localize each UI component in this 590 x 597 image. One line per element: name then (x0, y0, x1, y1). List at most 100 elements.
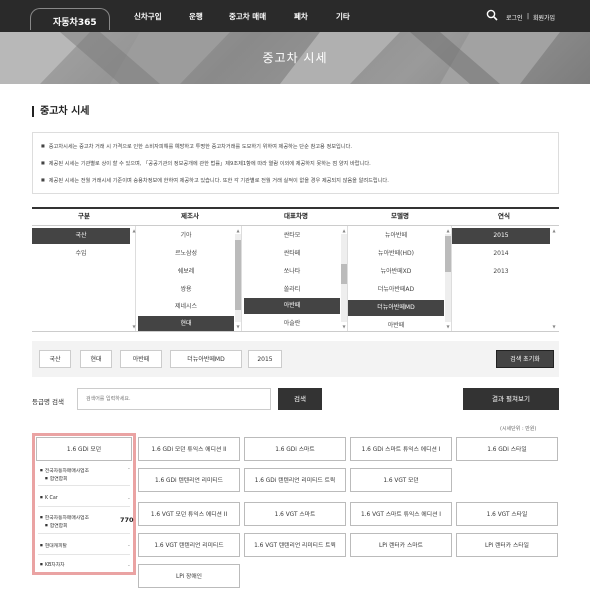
grade-button[interactable]: LPi 렌터카 스마트 (350, 533, 452, 557)
grade-button[interactable]: 1.6 VGT 모던 (350, 468, 452, 492)
login-link[interactable]: 로그인 (506, 13, 523, 22)
dealer-price: - (128, 496, 130, 502)
expand-results-button[interactable]: 결과 펼쳐보기 (463, 388, 559, 410)
reset-button[interactable]: 검색 초기화 (496, 350, 554, 368)
signup-link[interactable]: 회원가입 (533, 13, 555, 22)
nav-new-car[interactable]: 신차구입 (134, 11, 162, 22)
top-bar: 자동차365 신차구입 운행 중고차 매매 폐차 기타 로그인 | 회원가입 (0, 0, 590, 32)
hero-title: 중고차 시세 (262, 51, 328, 65)
filter-chip[interactable]: 아반떼 (120, 350, 162, 368)
header-type: 구분 (78, 212, 90, 220)
list-item[interactable]: 쉐보레 (138, 264, 234, 280)
list-item[interactable]: 아반떼 (348, 318, 444, 332)
list-item[interactable]: 현대 (138, 316, 234, 332)
maker-scrollbar[interactable] (235, 234, 241, 322)
dealer-price: - (128, 563, 130, 569)
grade-button[interactable]: 1.6 VGT 스타일 (456, 502, 558, 526)
list-item[interactable]: 뉴아반떼XD (348, 264, 444, 280)
list-item[interactable]: 기아 (138, 228, 234, 244)
list-item[interactable]: 수입 (32, 246, 130, 262)
nav-scrap[interactable]: 폐차 (294, 11, 308, 22)
list-item[interactable]: 국산 (32, 228, 130, 244)
search-button[interactable]: 검색 (278, 388, 322, 410)
nav-driving[interactable]: 운행 (189, 11, 203, 22)
divider (38, 554, 130, 555)
list-item[interactable]: 더뉴아반떼MD (348, 300, 444, 316)
list-item[interactable]: 아반떼 (244, 298, 340, 314)
grade-button[interactable]: 1.6 VGT 텐텐리언 리미티드 (138, 533, 240, 557)
nav-used-trade[interactable]: 중고차 매매 (229, 11, 266, 22)
logo[interactable]: 자동차365 (30, 8, 110, 30)
grade-search-label: 등급명 검색 (32, 398, 64, 406)
selected-grade[interactable]: 1.6 GDi 모던 (36, 437, 132, 461)
list-item[interactable]: 싼타모 (244, 228, 340, 244)
list-item[interactable]: 쌍용 (138, 282, 234, 298)
dealer-price: - (128, 466, 130, 472)
scroll-up-icon[interactable]: ▲ (445, 228, 451, 234)
list-item[interactable]: 제네시스 (138, 299, 234, 315)
nav-etc[interactable]: 기타 (336, 11, 350, 22)
filter-chip[interactable]: 2015 (248, 350, 282, 368)
price-unit: (시세단위 : 만원) (500, 426, 537, 432)
grade-button[interactable]: 1.6 GDi 텐텐리언 리미티드 (138, 468, 240, 492)
grade-button[interactable]: LPi 장애인 (138, 564, 240, 588)
header-maker: 제조사 (181, 212, 199, 220)
scroll-down-icon[interactable]: ▼ (131, 324, 137, 330)
maker-list: 기아 르노삼성 쉐보레 쌍용 제네시스 현대 (138, 226, 242, 332)
scroll-down-icon[interactable]: ▼ (551, 324, 557, 330)
dealer-name-cont: 합연합회 (40, 474, 68, 484)
grade-button[interactable]: 1.6 VGT 스마트 튜익스 에디션 I (350, 502, 452, 526)
list-item[interactable]: 더뉴아반떼AD (348, 282, 444, 298)
grade-button[interactable]: 1.6 VGT 텐텐리언 리미티드 트윅 (244, 533, 346, 557)
header-year: 연식 (498, 212, 510, 220)
list-item[interactable]: 2015 (452, 228, 550, 244)
scroll-up-icon[interactable]: ▲ (341, 228, 347, 234)
list-item[interactable]: 싼타페 (244, 246, 340, 262)
list-item[interactable]: 뉴아반떼(HD) (348, 246, 444, 262)
notice-line: 제공된 시세는 기관별로 상이 할 수 있으며, 「공공기관의 정보공개에 관한… (41, 160, 371, 167)
hero-banner: 중고차 시세 (0, 32, 590, 84)
list-item[interactable]: 쏠라티 (244, 282, 340, 298)
filter-chip[interactable]: 국산 (39, 350, 71, 368)
scroll-down-icon[interactable]: ▼ (341, 324, 347, 330)
grade-button[interactable]: 1.6 VGT 모던 튜익스 에디션 II (138, 502, 240, 526)
util-separator: | (527, 13, 530, 20)
header-car: 대표차명 (284, 212, 308, 220)
grade-button[interactable]: LPi 렌터카 스타일 (456, 533, 558, 557)
grade-button[interactable]: 1.6 GDi 스마트 (244, 437, 346, 461)
grade-button[interactable]: 1.6 GDi 텐텐리언 리미티드 트윅 (244, 468, 346, 492)
scroll-up-icon[interactable]: ▲ (551, 228, 557, 234)
scroll-up-icon[interactable]: ▲ (235, 228, 241, 234)
grade-button[interactable]: 1.6 GDi 스마트 튜익스 에디션 I (350, 437, 452, 461)
grade-button[interactable]: 1.6 GDi 스타일 (456, 437, 558, 461)
grade-button[interactable]: 1.6 GDi 모던 튜익스 에디션 II (138, 437, 240, 461)
list-item[interactable]: 뉴아반떼 (348, 228, 444, 244)
dealer-name-cont: 합연합회 (40, 521, 68, 531)
notice-line: 중고차시세는 중고차 거래 시 가격으로 인한 소비자피해를 예방하고 투명한 … (41, 143, 352, 150)
divider (38, 533, 130, 534)
list-item[interactable]: 2014 (452, 246, 550, 262)
dealer-price: - (128, 543, 130, 549)
car-scrollbar[interactable] (341, 234, 347, 322)
header-model: 모델명 (391, 212, 409, 220)
filter-chip[interactable]: 현대 (80, 350, 112, 368)
list-item[interactable]: 쏘나타 (244, 264, 340, 280)
list-item[interactable]: 아슬란 (244, 316, 340, 332)
year-list: 2015 2014 2013 (452, 226, 559, 332)
divider (38, 485, 130, 486)
grade-button[interactable]: 1.6 VGT 스마트 (244, 502, 346, 526)
dealer-price-value: 770 (120, 516, 134, 524)
dealer-name: KB차차차 (40, 560, 65, 570)
list-item[interactable]: 2013 (452, 264, 550, 280)
filter-chip[interactable]: 더뉴아반떼MD (170, 350, 242, 368)
notice-box: 중고차시세는 중고차 거래 시 가격으로 인한 소비자피해를 예방하고 투명한 … (32, 132, 559, 194)
dealer-name: 현대캐피탈 (40, 541, 67, 551)
scroll-down-icon[interactable]: ▼ (235, 324, 241, 330)
model-scrollbar[interactable] (445, 234, 451, 322)
dealer-name: K Car (40, 493, 58, 503)
grade-search-input[interactable] (77, 388, 271, 410)
scroll-up-icon[interactable]: ▲ (131, 228, 137, 234)
scroll-down-icon[interactable]: ▼ (445, 324, 451, 330)
list-item[interactable]: 르노삼성 (138, 246, 234, 262)
search-icon[interactable] (486, 9, 498, 21)
